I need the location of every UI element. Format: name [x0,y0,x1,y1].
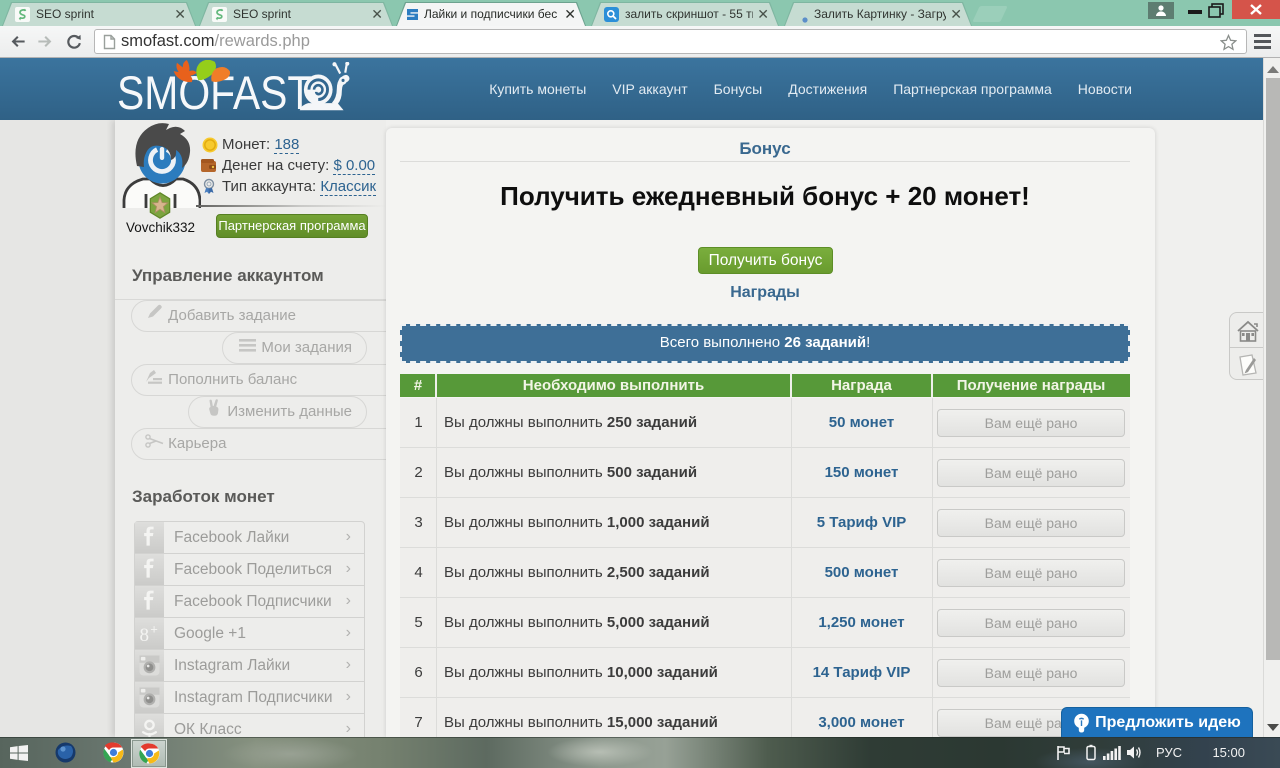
svg-text:+: + [150,623,157,637]
svg-text:8: 8 [140,625,150,646]
